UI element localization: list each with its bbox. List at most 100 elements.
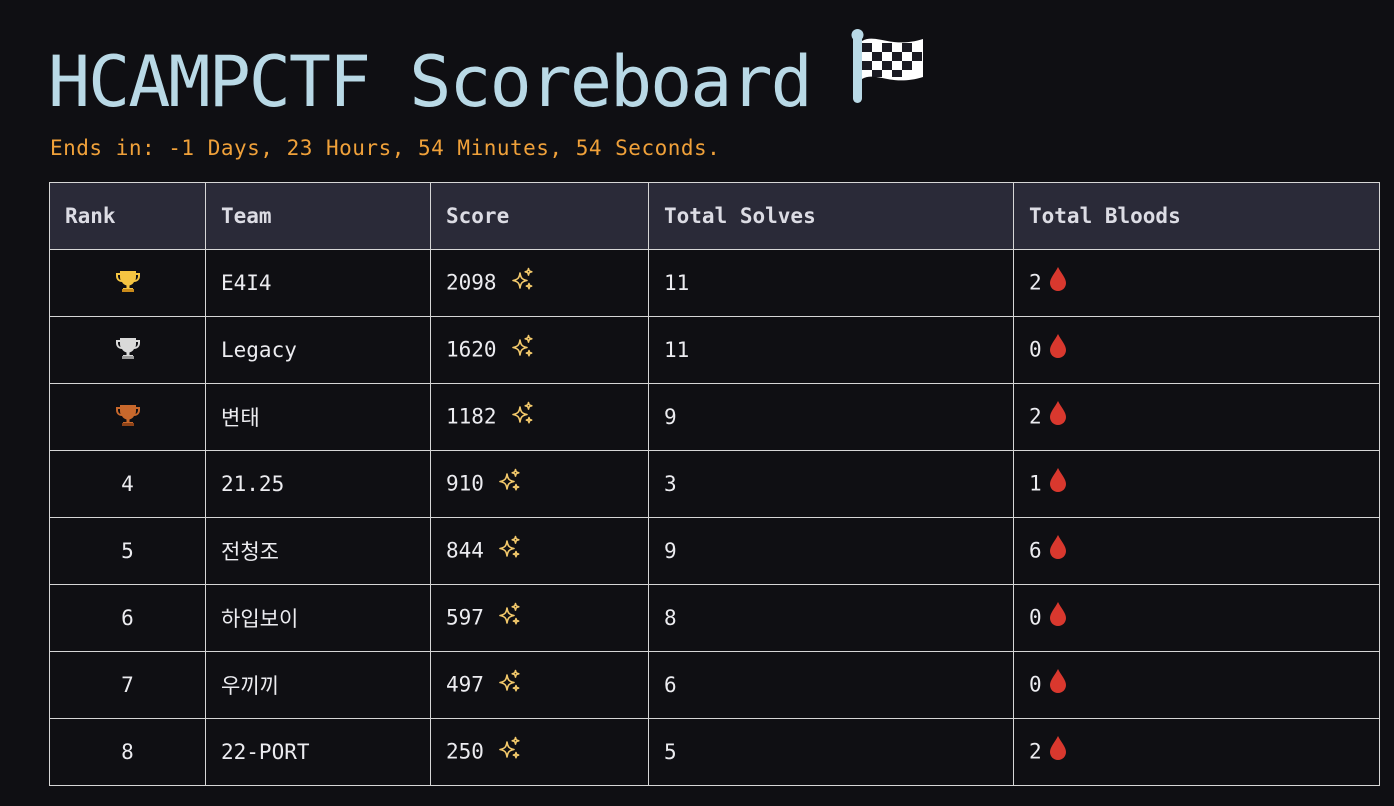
total-solves-value: 9 — [664, 405, 677, 429]
team-cell: 우끼끼 — [205, 651, 431, 719]
team-name: E4I4 — [221, 271, 272, 295]
score-cell: 1620 — [430, 316, 649, 384]
blood-drop-icon — [1048, 668, 1068, 699]
total-bloods-cell: 2 — [1013, 383, 1380, 451]
rank-value: 8 — [121, 740, 134, 764]
total-bloods-cell: 0 — [1013, 584, 1380, 652]
score-value: 1182 — [446, 404, 497, 428]
sparkles-icon — [496, 736, 522, 767]
rank-cell: 4 — [49, 450, 206, 518]
total-solves-value: 11 — [664, 271, 690, 295]
total-bloods-cell: 1 — [1013, 450, 1380, 518]
total-bloods-cell: 2 — [1013, 718, 1380, 786]
total-solves-cell: 5 — [648, 718, 1014, 786]
scoreboard-table: Rank Team Score Total Solves Total Blood… — [49, 182, 1380, 786]
sparkles-icon — [496, 669, 522, 700]
total-solves-cell: 11 — [648, 249, 1014, 317]
total-bloods-cell: 0 — [1013, 316, 1380, 384]
sparkles-icon — [496, 602, 522, 633]
blood-drop-icon — [1048, 601, 1068, 632]
rank-cell: 8 — [49, 718, 206, 786]
total-solves-cell: 3 — [648, 450, 1014, 518]
blood-drop-icon — [1048, 333, 1068, 364]
total-bloods-value: 6 — [1029, 538, 1042, 562]
team-cell: 22-PORT — [205, 718, 431, 786]
team-name: 변태 — [221, 406, 260, 430]
total-bloods-value: 0 — [1029, 605, 1042, 629]
sparkles-icon — [509, 401, 535, 432]
score-value: 250 — [446, 739, 484, 763]
checkered-flag-icon — [851, 28, 925, 131]
total-solves-value: 8 — [664, 606, 677, 630]
total-solves-value: 3 — [664, 472, 677, 496]
total-bloods-value: 2 — [1029, 404, 1042, 428]
table-header-row: Rank Team Score Total Solves Total Blood… — [49, 182, 1380, 250]
score-cell: 250 — [430, 718, 649, 786]
score-value: 2098 — [446, 270, 497, 294]
total-bloods-value: 0 — [1029, 672, 1042, 696]
rank-cell — [49, 383, 206, 451]
column-header-total-bloods: Total Bloods — [1013, 182, 1380, 250]
blood-drop-icon — [1048, 266, 1068, 297]
score-value: 497 — [446, 672, 484, 696]
team-name: 21.25 — [221, 472, 285, 496]
countdown-timer: Ends in: -1 Days, 23 Hours, 54 Minutes, … — [50, 136, 721, 160]
blood-drop-icon — [1048, 467, 1068, 498]
team-name: 전청조 — [221, 540, 279, 564]
sparkles-icon — [496, 535, 522, 566]
page-title-text: HCAMPCTF Scoreboard — [48, 41, 813, 123]
rank-value: 4 — [121, 472, 134, 496]
team-cell: 21.25 — [205, 450, 431, 518]
total-solves-value: 6 — [664, 673, 677, 697]
bronze-trophy-icon — [115, 403, 141, 432]
score-cell: 910 — [430, 450, 649, 518]
column-header-total-solves: Total Solves — [648, 182, 1014, 250]
total-bloods-cell: 6 — [1013, 517, 1380, 585]
table-row: 5 전청조 844 9 6 — [49, 517, 1380, 585]
total-bloods-cell: 0 — [1013, 651, 1380, 719]
total-bloods-cell: 2 — [1013, 249, 1380, 317]
score-value: 910 — [446, 471, 484, 495]
table-row: 8 22-PORT 250 5 2 — [49, 718, 1380, 786]
team-cell: Legacy — [205, 316, 431, 384]
team-name: 우끼끼 — [221, 674, 279, 698]
table-row: Legacy 1620 11 0 — [49, 316, 1380, 384]
table-row: E4I4 2098 11 2 — [49, 249, 1380, 317]
rank-cell: 5 — [49, 517, 206, 585]
team-name: Legacy — [221, 338, 297, 362]
scoreboard-rows: E4I4 2098 11 2 Legacy 1620 11 0 변태 1182 9 2 4 21.25 91… — [49, 249, 1380, 786]
score-value: 844 — [446, 538, 484, 562]
total-solves-value: 11 — [664, 338, 690, 362]
blood-drop-icon — [1048, 735, 1068, 766]
column-header-rank: Rank — [49, 182, 206, 250]
team-name: 22-PORT — [221, 740, 310, 764]
total-solves-cell: 9 — [648, 383, 1014, 451]
score-cell: 1182 — [430, 383, 649, 451]
sparkles-icon — [509, 334, 535, 365]
blood-drop-icon — [1048, 400, 1068, 431]
sparkles-icon — [509, 267, 535, 298]
team-cell: 변태 — [205, 383, 431, 451]
rank-value: 6 — [121, 606, 134, 630]
team-name: 하입보이 — [221, 607, 299, 631]
total-bloods-value: 1 — [1029, 471, 1042, 495]
total-solves-cell: 8 — [648, 584, 1014, 652]
total-solves-value: 5 — [664, 740, 677, 764]
column-header-score: Score — [430, 182, 649, 250]
team-cell: 전청조 — [205, 517, 431, 585]
table-row: 4 21.25 910 3 1 — [49, 450, 1380, 518]
score-value: 597 — [446, 605, 484, 629]
table-row: 변태 1182 9 2 — [49, 383, 1380, 451]
total-solves-cell: 9 — [648, 517, 1014, 585]
rank-cell: 6 — [49, 584, 206, 652]
column-header-team: Team — [205, 182, 431, 250]
score-cell: 844 — [430, 517, 649, 585]
rank-cell: 7 — [49, 651, 206, 719]
page-title: HCAMPCTF Scoreboard — [48, 28, 925, 132]
gold-trophy-icon — [115, 269, 141, 298]
total-solves-cell: 11 — [648, 316, 1014, 384]
rank-cell — [49, 316, 206, 384]
blood-drop-icon — [1048, 534, 1068, 565]
rank-value: 5 — [121, 539, 134, 563]
total-bloods-value: 0 — [1029, 337, 1042, 361]
